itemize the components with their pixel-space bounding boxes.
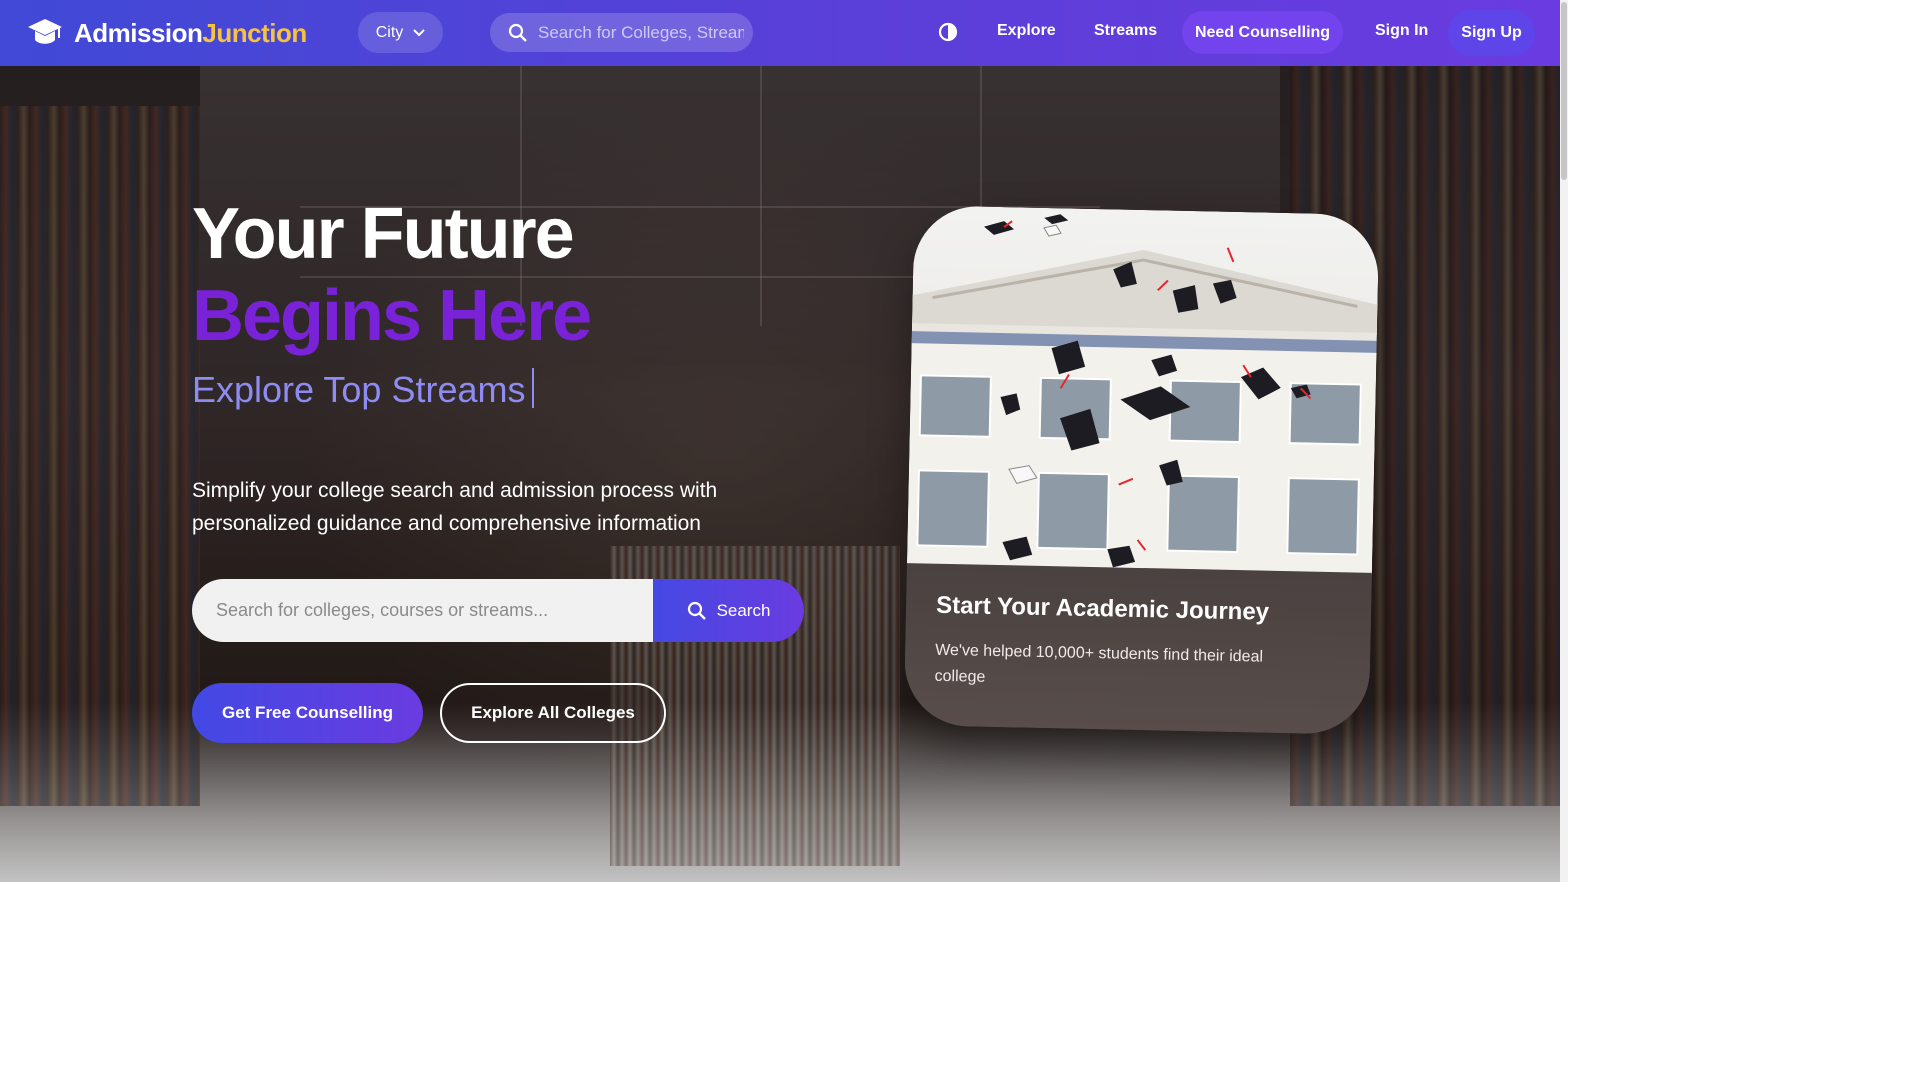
card-subtitle: We've helped 10,000+ students find their…: [934, 641, 1264, 686]
top-navbar: AdmissionJunction City Explore Streams N…: [0, 0, 1560, 66]
nav-link-streams[interactable]: Streams: [1094, 22, 1157, 40]
explore-all-colleges-button[interactable]: Explore All Colleges: [440, 683, 666, 743]
brand-logo[interactable]: AdmissionJunction: [26, 16, 307, 50]
sign-in-link[interactable]: Sign In: [1375, 22, 1428, 40]
hero-search-button[interactable]: Search: [653, 579, 804, 642]
city-dropdown[interactable]: City: [358, 12, 443, 53]
hero-typing-text: Explore Top Streams: [192, 368, 534, 411]
sign-up-button[interactable]: Sign Up: [1448, 10, 1535, 56]
hero-search-button-label: Search: [716, 600, 771, 620]
card-footer: Start Your Academic Journey We've helped…: [903, 563, 1372, 735]
search-icon: [687, 601, 706, 620]
chevron-down-icon: [413, 28, 425, 36]
academic-journey-card: Start Your Academic Journey We've helped…: [903, 205, 1380, 735]
hero-search-input[interactable]: [192, 579, 653, 642]
nav-link-explore[interactable]: Explore: [997, 22, 1056, 40]
hero-description: Simplify your college search and admissi…: [192, 479, 718, 535]
need-counselling-button[interactable]: Need Counselling: [1182, 11, 1343, 54]
nav-search-input[interactable]: [538, 22, 744, 43]
logo-text: AdmissionJunction: [74, 17, 307, 48]
card-title: Start Your Academic Journey: [935, 591, 1270, 626]
graduation-caps-photo: [906, 205, 1380, 575]
hero-search-bar: Search: [192, 579, 804, 642]
nav-search-box: [490, 13, 753, 52]
brightness-icon: [938, 22, 958, 42]
city-label: City: [375, 23, 404, 41]
theme-toggle[interactable]: [936, 20, 960, 44]
page-scrollbar-thumb[interactable]: [1561, 2, 1567, 180]
graduation-cap-icon: [28, 19, 62, 44]
hero-title-line2: Begins Here: [192, 276, 592, 356]
hero-title-line1: Your Future: [192, 194, 575, 274]
hero-section: Your Future Begins Here Explore Top Stre…: [0, 66, 1560, 882]
typing-caret: [531, 368, 534, 408]
search-icon: [508, 23, 527, 42]
get-free-counselling-button[interactable]: Get Free Counselling: [192, 683, 423, 743]
